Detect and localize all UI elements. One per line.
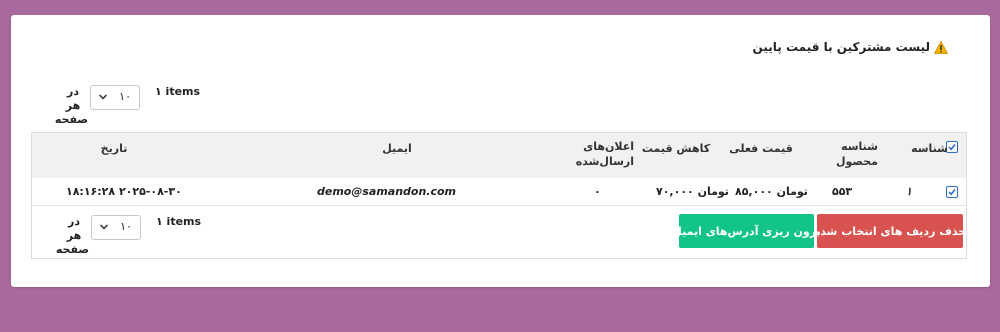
warning-icon	[934, 40, 948, 54]
cell-product-id: ۵۵۳	[832, 185, 853, 198]
th-current-price[interactable]: قیمت فعلی	[726, 141, 796, 156]
per-page-select[interactable]: ۱۰	[91, 215, 141, 240]
delete-selected-button[interactable]: حذف ردیف های انتخاب شده	[814, 214, 966, 248]
checkmark-icon	[948, 189, 956, 196]
chevron-down-icon	[98, 94, 108, 100]
export-emails-button[interactable]: برون ریزی آدرس‌های ایمیل	[672, 214, 821, 248]
th-email[interactable]: ایمیل	[347, 141, 447, 156]
per-page-value: ۱۰	[119, 90, 131, 103]
panel-title: لیست مشترکین با قیمت پایین	[753, 40, 948, 54]
table-row: ۱ ۵۵۳ ۸۵,۰۰۰ تومان ۷۰,۰۰۰ تومان ۰ demo@s…	[32, 178, 966, 206]
per-page-label: در هر صفحه	[55, 215, 89, 256]
table-header: شناسه شناسه محصول قیمت فعلی کاهش قیمت اع…	[32, 133, 966, 179]
per-page-select[interactable]: ۱۰	[90, 85, 140, 110]
row-checkbox[interactable]	[946, 186, 958, 198]
items-count: ۱ items	[155, 85, 201, 98]
th-date[interactable]: تاریخ	[74, 141, 154, 156]
th-id[interactable]: شناسه	[902, 141, 948, 156]
cell-notifications-sent: ۰	[594, 185, 601, 198]
cell-date: ۲۰۲۵-۰۸-۳۰ ۱۸:۱۶:۲۸	[66, 185, 182, 198]
checkmark-icon	[948, 144, 956, 151]
chevron-down-icon	[99, 224, 109, 230]
cell-id: ۱	[906, 185, 912, 198]
cell-current-price: ۸۵,۰۰۰ تومان	[735, 185, 808, 198]
pager-top: در هر صفحه ۱۰ ۱ items	[11, 85, 211, 126]
cell-email: demo@samandon.com	[317, 185, 457, 198]
th-price-drop[interactable]: کاهش قیمت	[636, 141, 716, 156]
per-page-label: در هر صفحه	[54, 85, 88, 126]
panel-title-text: لیست مشترکین با قیمت پایین	[752, 40, 930, 54]
per-page-value: ۱۰	[120, 220, 132, 233]
th-product-id[interactable]: شناسه محصول	[836, 139, 878, 169]
th-notifications-sent[interactable]: اعلان‌های ارسال‌شده	[568, 139, 634, 169]
subscribers-panel: لیست مشترکین با قیمت پایین در هر صفحه ۱۰…	[11, 15, 990, 287]
subscribers-table: شناسه شناسه محصول قیمت فعلی کاهش قیمت اع…	[31, 132, 967, 259]
pager-bottom: در هر صفحه ۱۰ ۱ items	[12, 215, 212, 256]
cell-price-drop: ۷۰,۰۰۰ تومان	[656, 185, 729, 198]
items-count: ۱ items	[156, 215, 202, 228]
